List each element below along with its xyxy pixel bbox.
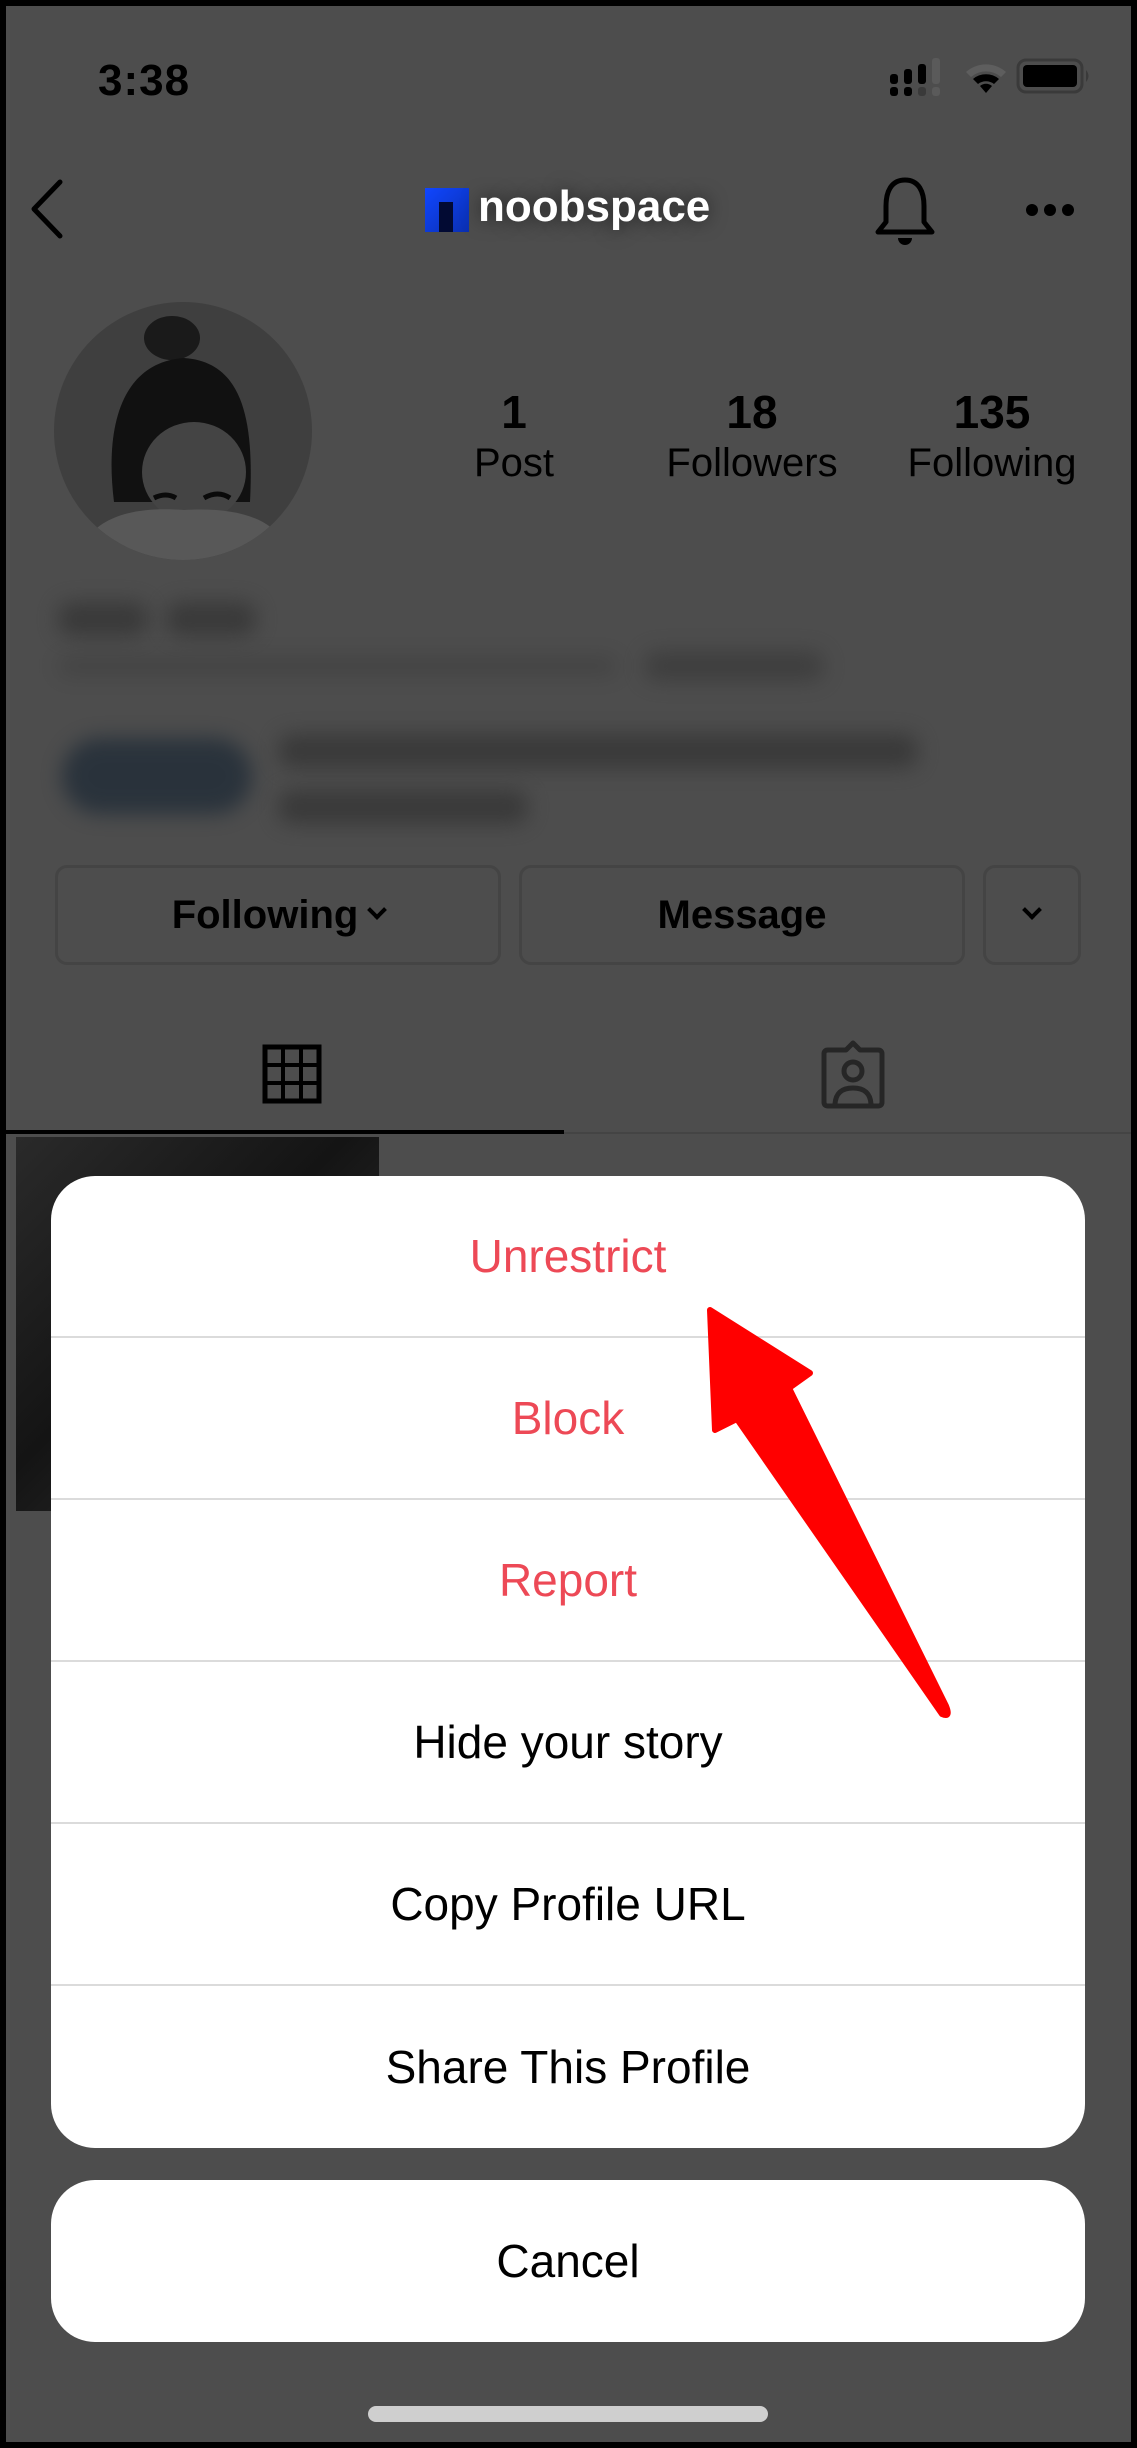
tab-tagged[interactable] — [570, 1006, 1131, 1132]
screen: 3:38 noobspace 1 Post 18 Followers 135 F… — [6, 6, 1131, 2442]
chevron-down-icon — [367, 900, 388, 920]
stat-followers[interactable]: 18 Followers — [642, 386, 862, 488]
stat-followers-label: Followers — [666, 441, 838, 485]
redacted-bio-link — [644, 651, 824, 681]
status-time: 3:38 — [98, 56, 191, 105]
following-button[interactable]: Following — [55, 865, 501, 965]
home-indicator[interactable] — [368, 2406, 768, 2422]
hide-your-story-option[interactable]: Hide your story — [51, 1662, 1085, 1824]
wifi-icon — [966, 64, 1006, 93]
tab-divider — [564, 1132, 1131, 1134]
cancel-button[interactable]: Cancel — [51, 2180, 1085, 2342]
tab-posts-grid[interactable] — [6, 1006, 564, 1132]
copy-profile-url-option[interactable]: Copy Profile URL — [51, 1824, 1085, 1986]
brand-watermark: noobspace — [478, 182, 711, 231]
profile-avatar[interactable] — [54, 302, 312, 560]
redacted-bio — [58, 656, 618, 676]
redacted-display-name — [58, 602, 148, 636]
message-button[interactable]: Message — [519, 865, 965, 965]
battery-icon — [1016, 58, 1089, 94]
stat-following-value: 135 — [953, 386, 1031, 438]
noobspace-logo-icon — [425, 188, 469, 232]
bell-icon[interactable] — [872, 176, 938, 246]
suggested-accounts-button[interactable] — [983, 865, 1081, 965]
redacted-followed-by — [278, 790, 528, 824]
stat-posts-value: 1 — [501, 386, 527, 438]
redacted-followed-by — [278, 734, 918, 768]
message-button-label: Message — [657, 892, 827, 937]
following-button-label: Following — [171, 892, 359, 937]
back-chevron-icon[interactable] — [28, 178, 72, 240]
tagged-person-icon — [821, 1040, 885, 1109]
active-tab-indicator — [6, 1130, 564, 1134]
share-profile-option[interactable]: Share This Profile — [51, 1986, 1085, 2148]
chevron-down-icon — [1022, 900, 1042, 920]
report-option[interactable]: Report — [51, 1500, 1085, 1662]
unrestrict-option[interactable]: Unrestrict — [51, 1176, 1085, 1338]
stat-posts[interactable]: 1 Post — [404, 386, 624, 488]
redacted-display-name — [166, 602, 256, 636]
more-horizontal-icon[interactable] — [1024, 202, 1076, 218]
action-sheet: Unrestrict Block Report Hide your story … — [51, 1176, 1085, 2148]
mutual-followers-avatars — [62, 738, 252, 814]
block-option[interactable]: Block — [51, 1338, 1085, 1500]
stat-posts-label: Post — [473, 441, 555, 485]
stat-following-label: Following — [907, 441, 1077, 485]
cellular-signal-icon — [890, 58, 940, 96]
avatar-photo — [84, 316, 284, 560]
stat-followers-value: 18 — [726, 386, 778, 438]
grid-icon — [262, 1044, 322, 1104]
stat-following[interactable]: 135 Following — [882, 386, 1102, 488]
